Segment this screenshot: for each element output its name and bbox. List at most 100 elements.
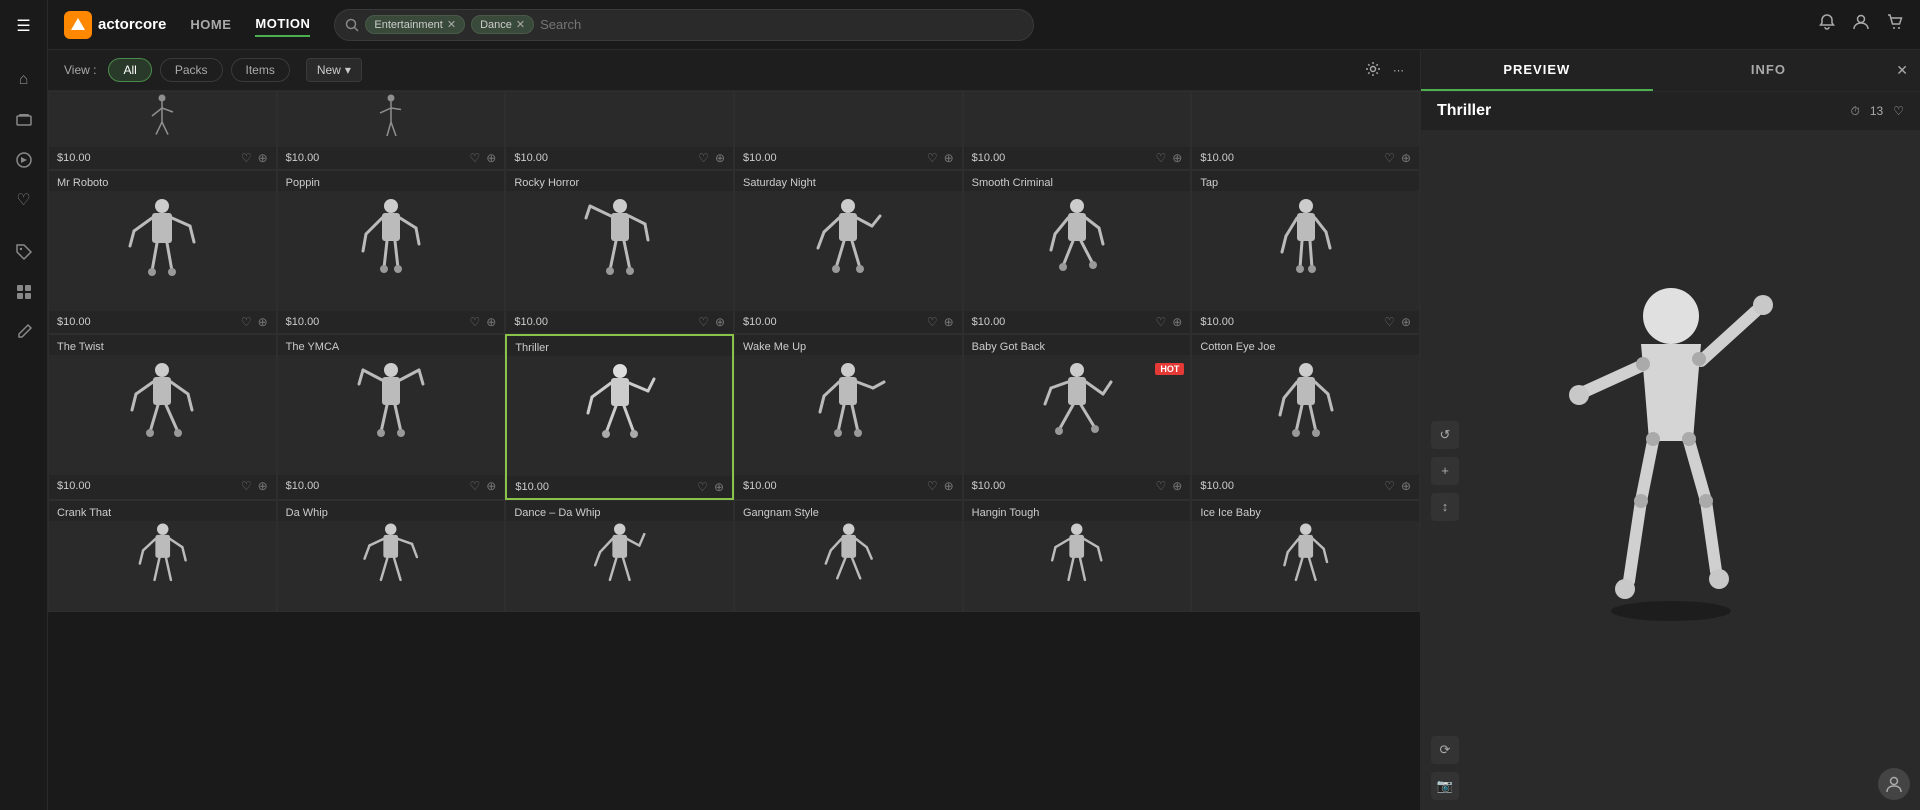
- items-grid-row0: $10.00 ♡ ⊕: [48, 91, 1420, 170]
- zoom-in-icon[interactable]: +: [1431, 457, 1459, 485]
- item-card-cotton-eye-joe[interactable]: Cotton Eye Joe: [1191, 334, 1420, 500]
- filter-tag-dance[interactable]: Dance ✕: [471, 15, 534, 34]
- item-card-dance-da-whip[interactable]: Dance – Da Whip: [505, 500, 734, 612]
- heart-action-icon[interactable]: ♡: [1384, 479, 1395, 493]
- heart-icon[interactable]: ♡: [6, 182, 42, 218]
- tab-preview[interactable]: PREVIEW: [1421, 50, 1653, 91]
- heart-action-icon[interactable]: ♡: [1384, 151, 1395, 165]
- filter-tag-entertainment-remove[interactable]: ✕: [447, 18, 456, 31]
- heart-action-icon[interactable]: ♡: [698, 315, 709, 329]
- rotate-icon[interactable]: ↺: [1431, 421, 1459, 449]
- add-action-icon[interactable]: ⊕: [486, 479, 496, 493]
- filter-all-btn[interactable]: All: [108, 58, 151, 82]
- add-action-icon[interactable]: ⊕: [1172, 315, 1182, 329]
- heart-action-icon[interactable]: ♡: [1156, 315, 1167, 329]
- item-card-partial-6[interactable]: $10.00 ♡ ⊕: [1191, 91, 1420, 170]
- heart-action-icon[interactable]: ♡: [241, 479, 252, 493]
- filter-tag-dance-remove[interactable]: ✕: [516, 18, 525, 31]
- item-card-tap[interactable]: Tap: [1191, 170, 1420, 334]
- gear-icon[interactable]: [1365, 61, 1381, 80]
- add-action-icon[interactable]: ⊕: [944, 479, 954, 493]
- item-card-thriller[interactable]: Thriller: [505, 334, 734, 500]
- heart-action-icon[interactable]: ♡: [697, 480, 708, 494]
- item-card-gangnam-style[interactable]: Gangnam Style: [734, 500, 963, 612]
- heart-action-icon[interactable]: ♡: [470, 315, 481, 329]
- apps-icon[interactable]: [6, 274, 42, 310]
- search-input[interactable]: [540, 17, 1023, 32]
- filter-tag-entertainment[interactable]: Entertainment ✕: [365, 15, 465, 34]
- camera-icon[interactable]: 📷: [1431, 772, 1459, 800]
- add-action-icon[interactable]: ⊕: [258, 315, 268, 329]
- heart-action-icon[interactable]: ♡: [1384, 315, 1395, 329]
- item-card-crank-that[interactable]: Crank That: [48, 500, 277, 612]
- heart-action-icon[interactable]: ♡: [470, 151, 481, 165]
- add-action-icon[interactable]: ⊕: [1401, 479, 1411, 493]
- filter-items-btn[interactable]: Items: [231, 58, 290, 82]
- heart-action-icon[interactable]: ♡: [698, 151, 709, 165]
- bell-icon[interactable]: [1818, 13, 1836, 36]
- tab-info[interactable]: INFO: [1653, 50, 1885, 91]
- item-title: Ice Ice Baby: [1192, 501, 1419, 521]
- add-action-icon[interactable]: ⊕: [1172, 479, 1182, 493]
- item-card-mr-roboto[interactable]: Mr Roboto: [48, 170, 277, 334]
- user-icon[interactable]: [1852, 13, 1870, 36]
- motions-icon[interactable]: [6, 142, 42, 178]
- menu-icon[interactable]: ☰: [6, 8, 42, 44]
- layers-icon[interactable]: [6, 102, 42, 138]
- item-card-baby-got-back[interactable]: HOT Baby Got Back: [963, 334, 1192, 500]
- card-footer: $10.00 ♡ ⊕: [49, 147, 276, 169]
- cart-icon[interactable]: [1886, 13, 1904, 36]
- add-action-icon[interactable]: ⊕: [1172, 151, 1182, 165]
- heart-action-icon[interactable]: ♡: [927, 479, 938, 493]
- item-card-partial-1[interactable]: $10.00 ♡ ⊕: [48, 91, 277, 170]
- add-action-icon[interactable]: ⊕: [714, 480, 724, 494]
- brush-icon[interactable]: [6, 314, 42, 350]
- nav-home[interactable]: HOME: [190, 13, 231, 36]
- heart-action-icon[interactable]: ♡: [241, 315, 252, 329]
- item-card-smooth-criminal[interactable]: Smooth Criminal: [963, 170, 1192, 334]
- item-card-partial-5[interactable]: $10.00 ♡ ⊕: [963, 91, 1192, 170]
- item-card-partial-2[interactable]: $10.00 ♡ ⊕: [277, 91, 506, 170]
- home-icon[interactable]: ⌂: [6, 62, 42, 98]
- logo-icon: [64, 11, 92, 39]
- item-card-partial-3[interactable]: $10.00 ♡ ⊕: [505, 91, 734, 170]
- avatar[interactable]: [1878, 768, 1910, 800]
- heart-action-icon[interactable]: ♡: [1156, 479, 1167, 493]
- filter-packs-btn[interactable]: Packs: [160, 58, 223, 82]
- item-card-hangin-tough[interactable]: Hangin Tough: [963, 500, 1192, 612]
- add-action-icon[interactable]: ⊕: [944, 151, 954, 165]
- zoom-reset-icon[interactable]: ↕: [1431, 493, 1459, 521]
- add-action-icon[interactable]: ⊕: [486, 151, 496, 165]
- item-card-rocky-horror[interactable]: Rocky Horror: [505, 170, 734, 334]
- add-action-icon[interactable]: ⊕: [715, 151, 725, 165]
- add-action-icon[interactable]: ⊕: [486, 315, 496, 329]
- card-actions: ♡ ⊕: [1384, 315, 1411, 329]
- item-card-saturday-night[interactable]: Saturday Night: [734, 170, 963, 334]
- add-action-icon[interactable]: ⊕: [1401, 151, 1411, 165]
- item-card-the-ymca[interactable]: The YMCA: [277, 334, 506, 500]
- heart-action-icon[interactable]: ♡: [470, 479, 481, 493]
- item-card-da-whip[interactable]: Da Whip: [277, 500, 506, 612]
- price-label: $10.00: [1200, 316, 1234, 328]
- item-card-ice-ice-baby[interactable]: Ice Ice Baby: [1191, 500, 1420, 612]
- add-action-icon[interactable]: ⊕: [258, 479, 268, 493]
- item-card-the-twist[interactable]: The Twist: [48, 334, 277, 500]
- heart-action-icon[interactable]: ♡: [927, 315, 938, 329]
- logo[interactable]: actorcore: [64, 11, 166, 39]
- close-icon[interactable]: ✕: [1884, 50, 1920, 91]
- preview-heart-icon[interactable]: ♡: [1893, 104, 1904, 118]
- nav-motion[interactable]: MOTION: [255, 12, 310, 37]
- sort-dropdown[interactable]: New ▾: [306, 58, 362, 82]
- item-card-partial-4[interactable]: $10.00 ♡ ⊕: [734, 91, 963, 170]
- item-card-wake-me-up[interactable]: Wake Me Up: [734, 334, 963, 500]
- add-action-icon[interactable]: ⊕: [1401, 315, 1411, 329]
- add-action-icon[interactable]: ⊕: [944, 315, 954, 329]
- add-action-icon[interactable]: ⊕: [258, 151, 268, 165]
- heart-action-icon[interactable]: ♡: [1156, 151, 1167, 165]
- heart-action-icon[interactable]: ♡: [241, 151, 252, 165]
- tag-icon[interactable]: [6, 234, 42, 270]
- add-action-icon[interactable]: ⊕: [715, 315, 725, 329]
- item-card-poppin[interactable]: Poppin: [277, 170, 506, 334]
- heart-action-icon[interactable]: ♡: [927, 151, 938, 165]
- refresh-icon[interactable]: ⟳: [1431, 736, 1459, 764]
